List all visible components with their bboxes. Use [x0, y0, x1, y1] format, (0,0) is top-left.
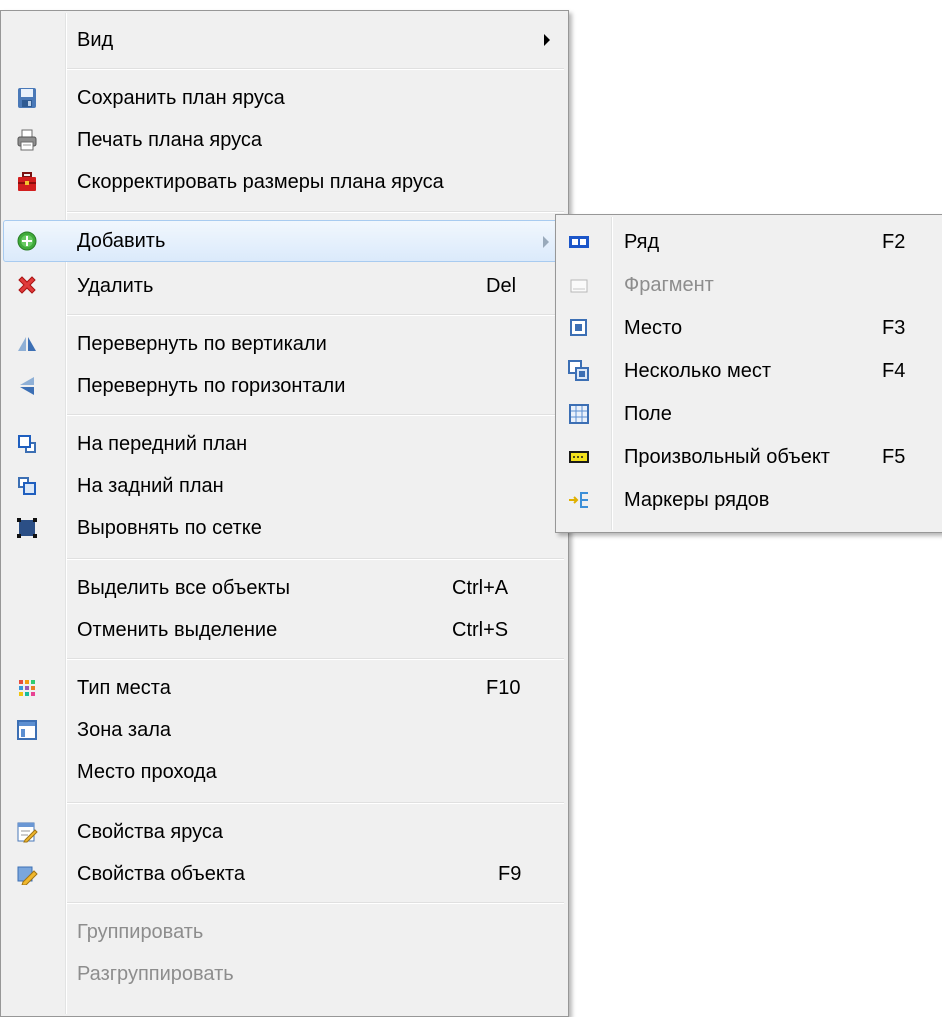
menu-item-seat-type[interactable]: Тип места F10 — [3, 667, 566, 709]
toolbox-icon — [18, 172, 36, 191]
menu-item-label: Произвольный объект — [624, 446, 830, 468]
menu-separator — [67, 211, 564, 212]
align-grid-icon — [17, 518, 37, 538]
menu-item-label: Удалить — [77, 275, 154, 297]
menu-item-label: Перевернуть по горизонтали — [77, 375, 346, 397]
menu-separator — [67, 802, 564, 803]
menu-item-label: Несколько мест — [624, 360, 772, 382]
menu-item-shortcut: F4 — [882, 360, 906, 382]
flip-vertical-icon — [18, 337, 36, 351]
submenu-item-seat[interactable]: Место F3 — [558, 307, 940, 349]
menu-item-label: Печать плана яруса — [77, 129, 263, 151]
menu-item-shortcut: F9 — [498, 863, 522, 885]
seat-icon — [570, 319, 587, 336]
custom-object-icon — [569, 451, 589, 463]
submenu-item-fragment[interactable]: Фрагмент — [558, 264, 940, 306]
seat-type-icon — [19, 680, 35, 696]
menu-item-save-plan[interactable]: Сохранить план яруса — [3, 77, 566, 119]
multiple-seats-icon — [568, 360, 589, 381]
menu-separator — [67, 68, 564, 69]
menu-item-label: Фрагмент — [624, 274, 714, 296]
menu-item-label: Добавить — [77, 230, 166, 252]
menu-item-view[interactable]: Вид — [3, 19, 566, 61]
add-submenu: Ряд F2 Фрагмент Место F3 Несколько мест … — [555, 214, 942, 533]
menu-item-label: На задний план — [77, 475, 224, 497]
submenu-arrow-icon — [543, 236, 549, 248]
menu-item-label: Выделить все объекты — [77, 577, 290, 599]
menu-item-label: Разгруппировать — [77, 963, 234, 985]
flip-horizontal-icon — [20, 377, 34, 395]
menu-item-label: Скорректировать размеры плана яруса — [77, 171, 444, 193]
menu-item-label: Поле — [624, 403, 672, 425]
fragment-icon — [570, 279, 588, 293]
menu-item-label: Тип места — [77, 677, 171, 699]
object-properties-icon — [17, 866, 38, 885]
menu-item-label: Маркеры рядов — [624, 489, 770, 511]
context-menu: Вид Сохранить план яруса Печать плана яр… — [0, 10, 569, 1017]
menu-separator — [67, 658, 564, 659]
send-back-icon — [18, 477, 36, 495]
menu-item-align-grid[interactable]: Выровнять по сетке — [3, 507, 566, 549]
menu-item-group[interactable]: Группировать — [3, 911, 566, 953]
menu-separator — [67, 558, 564, 559]
tier-properties-icon — [17, 822, 38, 843]
menu-item-delete[interactable]: Удалить Del — [3, 265, 566, 307]
menu-item-label: Зона зала — [77, 719, 172, 741]
submenu-item-row-markers[interactable]: Маркеры рядов — [558, 479, 940, 521]
menu-item-label: Место — [624, 317, 683, 339]
menu-item-shortcut: Del — [486, 275, 517, 297]
delete-icon — [18, 276, 36, 294]
menu-item-label: Ряд — [624, 231, 660, 253]
menu-item-label: Сохранить план яруса — [77, 87, 285, 109]
menu-item-hall-zone[interactable]: Зона зала — [3, 709, 566, 751]
menu-item-label: На передний план — [77, 433, 248, 455]
menu-item-shortcut: F2 — [882, 231, 906, 253]
menu-item-object-properties[interactable]: Свойства объекта F9 — [3, 853, 566, 895]
menu-separator — [67, 902, 564, 903]
printer-icon — [17, 129, 37, 151]
menu-item-label: Перевернуть по вертикали — [77, 333, 327, 355]
menu-item-label: Свойства яруса — [77, 821, 224, 843]
menu-separator — [67, 314, 564, 315]
menu-item-label: Свойства объекта — [77, 863, 245, 885]
row-markers-icon — [569, 492, 588, 508]
menu-item-adjust-size[interactable]: Скорректировать размеры плана яруса — [3, 161, 566, 203]
menu-item-add[interactable]: Добавить — [3, 220, 566, 262]
menu-item-send-back[interactable]: На задний план — [3, 465, 566, 507]
hall-zone-icon — [17, 720, 37, 740]
menu-item-shortcut: Ctrl+A — [452, 577, 509, 599]
field-icon — [569, 404, 589, 424]
menu-item-label: Место прохода — [77, 761, 217, 783]
menu-item-select-all[interactable]: Выделить все объекты Ctrl+A — [3, 567, 566, 609]
menu-item-bring-front[interactable]: На передний план — [3, 423, 566, 465]
menu-item-ungroup[interactable]: Разгруппировать — [3, 953, 566, 995]
menu-item-flip-vertical[interactable]: Перевернуть по вертикали — [3, 323, 566, 365]
menu-item-shortcut: Ctrl+S — [452, 619, 509, 641]
menu-item-flip-horizontal[interactable]: Перевернуть по горизонтали — [3, 365, 566, 407]
menu-item-tier-properties[interactable]: Свойства яруса — [3, 811, 566, 853]
submenu-arrow-icon — [544, 34, 550, 46]
row-icon — [569, 236, 589, 248]
menu-item-shortcut: F3 — [882, 317, 906, 339]
save-icon — [18, 88, 36, 108]
bring-front-icon — [18, 435, 36, 453]
menu-item-label: Группировать — [77, 921, 204, 943]
menu-item-print-plan[interactable]: Печать плана яруса — [3, 119, 566, 161]
menu-item-shortcut: F5 — [882, 446, 906, 468]
menu-item-label: Выровнять по сетке — [77, 517, 262, 539]
submenu-item-row[interactable]: Ряд F2 — [558, 221, 940, 263]
submenu-item-custom-object[interactable]: Произвольный объект F5 — [558, 436, 940, 478]
menu-item-label: Отменить выделение — [77, 619, 278, 641]
add-icon — [17, 231, 37, 251]
submenu-item-multiple-seats[interactable]: Несколько мест F4 — [558, 350, 940, 392]
menu-item-shortcut: F10 — [486, 677, 521, 699]
menu-item-deselect[interactable]: Отменить выделение Ctrl+S — [3, 609, 566, 651]
submenu-item-field[interactable]: Поле — [558, 393, 940, 435]
menu-item-label: Вид — [77, 29, 114, 51]
menu-separator — [67, 414, 564, 415]
menu-item-aisle[interactable]: Место прохода — [3, 751, 566, 793]
